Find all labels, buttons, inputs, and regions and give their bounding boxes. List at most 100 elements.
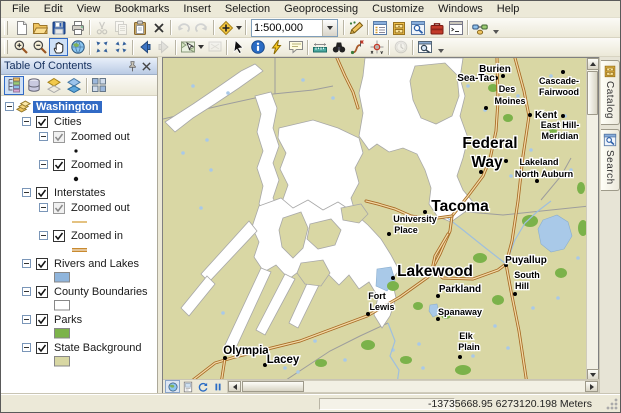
toc-layer-state-background[interactable]: State Background	[1, 340, 157, 355]
identify-button[interactable]	[248, 38, 267, 56]
toc-layer-interstates[interactable]: Interstates	[1, 185, 157, 200]
add-data-button[interactable]	[216, 19, 243, 37]
layer-label[interactable]: Cities	[51, 116, 85, 128]
layer-visibility-checkbox[interactable]	[53, 131, 66, 143]
toc-layer-washington[interactable]: Washington	[1, 99, 157, 114]
collapse-icon[interactable]	[22, 259, 33, 268]
menu-file[interactable]: File	[5, 2, 37, 16]
layer-visibility-checkbox[interactable]	[36, 286, 49, 298]
layer-label[interactable]: Zoomed out	[68, 131, 133, 143]
scroll-up-button[interactable]	[587, 58, 599, 70]
catalog-window-button[interactable]	[389, 19, 408, 37]
toolbar-grip[interactable]	[4, 40, 8, 54]
print-button[interactable]	[68, 19, 87, 37]
layer-label[interactable]: State Background	[51, 342, 144, 354]
modelbuilder-button[interactable]	[470, 19, 489, 37]
layout-view-button[interactable]	[180, 380, 195, 393]
search-window-button[interactable]	[408, 19, 427, 37]
layer-visibility-checkbox[interactable]	[36, 187, 49, 199]
refresh-button[interactable]	[195, 380, 210, 393]
layer-visibility-checkbox[interactable]	[53, 159, 66, 171]
select-elements-button[interactable]	[229, 38, 248, 56]
collapse-icon[interactable]	[5, 102, 16, 111]
toolbar-overflow-button[interactable]	[490, 20, 501, 36]
collapse-icon[interactable]	[22, 188, 33, 197]
open-folder-button[interactable]	[30, 19, 49, 37]
hyperlink-button[interactable]	[267, 38, 286, 56]
layer-symbol-patch[interactable]	[1, 271, 157, 284]
layer-label[interactable]: County Boundaries	[51, 286, 151, 298]
measure-button[interactable]	[310, 38, 329, 56]
collapse-icon[interactable]	[22, 315, 33, 324]
list-by-visibility-button[interactable]	[44, 76, 64, 95]
menu-customize[interactable]: Customize	[365, 2, 431, 16]
menu-help[interactable]: Help	[490, 2, 527, 16]
list-by-source-button[interactable]	[24, 76, 44, 95]
collapse-icon[interactable]	[39, 231, 50, 240]
toolbar-grip[interactable]	[4, 21, 8, 35]
arctoolbox-button[interactable]	[427, 19, 446, 37]
map-scale-combo[interactable]	[251, 19, 338, 37]
layer-visibility-checkbox[interactable]	[36, 314, 49, 326]
toolbar-overflow-button[interactable]	[435, 39, 446, 55]
zoom-out-button[interactable]	[30, 38, 49, 56]
html-popup-button[interactable]	[286, 38, 305, 56]
layer-label[interactable]: Zoomed in	[68, 230, 126, 242]
scroll-right-button[interactable]	[585, 381, 598, 392]
close-button[interactable]	[140, 59, 154, 73]
resize-grip[interactable]	[606, 398, 618, 410]
data-view-button[interactable]	[165, 380, 180, 393]
dock-tab-catalog[interactable]: Catalog	[601, 60, 620, 125]
toc-layer-zoomed-in[interactable]: Zoomed in	[1, 157, 157, 172]
map-view[interactable]: BurienSea-TacCascade-FairwoodDesMoinesKe…	[163, 58, 587, 381]
layer-label[interactable]: Washington	[33, 101, 102, 113]
toc-layer-cities[interactable]: Cities	[1, 114, 157, 129]
menu-edit[interactable]: Edit	[37, 2, 70, 16]
list-by-selection-button[interactable]	[64, 76, 84, 95]
pin-button[interactable]	[126, 59, 140, 73]
layer-symbol-dot[interactable]	[1, 172, 157, 185]
toc-layer-parks[interactable]: Parks	[1, 312, 157, 327]
paste-button[interactable]	[130, 19, 149, 37]
save-button[interactable]	[49, 19, 68, 37]
layer-symbol-patch[interactable]	[1, 299, 157, 312]
find-route-button[interactable]	[348, 38, 367, 56]
fixed-zoom-in-button[interactable]	[92, 38, 111, 56]
layer-visibility-checkbox[interactable]	[36, 116, 49, 128]
layer-label[interactable]: Zoomed out	[68, 202, 133, 214]
pause-button[interactable]	[210, 380, 225, 393]
toc-options-button[interactable]	[89, 76, 109, 95]
new-document-button[interactable]	[11, 19, 30, 37]
collapse-icon[interactable]	[22, 287, 33, 296]
collapse-icon[interactable]	[22, 117, 33, 126]
go-to-xy-button[interactable]	[367, 38, 386, 56]
menu-windows[interactable]: Windows	[431, 2, 490, 16]
delete-button[interactable]	[149, 19, 168, 37]
layer-symbol-dot[interactable]	[1, 144, 157, 157]
toc-window-button[interactable]	[370, 19, 389, 37]
layer-label[interactable]: Interstates	[51, 187, 108, 199]
vertical-scroll-thumb[interactable]	[587, 71, 598, 115]
find-button[interactable]	[329, 38, 348, 56]
toc-layer-zoomed-out[interactable]: Zoomed out	[1, 200, 157, 215]
menu-view[interactable]: View	[70, 2, 108, 16]
dock-tab-search[interactable]: Search	[601, 129, 620, 191]
list-by-drawing-order-button[interactable]	[4, 76, 24, 95]
fixed-zoom-out-button[interactable]	[111, 38, 130, 56]
map-horizontal-scrollbar[interactable]	[227, 380, 599, 393]
map-scale-combo-input[interactable]	[252, 21, 322, 35]
back-button[interactable]	[135, 38, 154, 56]
toc-layer-zoomed-in[interactable]: Zoomed in	[1, 228, 157, 243]
viewer-window-button[interactable]	[415, 38, 434, 56]
zoom-in-button[interactable]	[11, 38, 30, 56]
layer-visibility-checkbox[interactable]	[53, 230, 66, 242]
horizontal-scroll-thumb[interactable]	[242, 381, 304, 392]
select-features-button[interactable]	[178, 38, 205, 56]
layer-visibility-checkbox[interactable]	[36, 258, 49, 270]
layer-label[interactable]: Parks	[51, 314, 85, 326]
layer-label[interactable]: Zoomed in	[68, 159, 126, 171]
menu-selection[interactable]: Selection	[218, 2, 277, 16]
layer-label[interactable]: Rivers and Lakes	[51, 258, 142, 270]
layer-visibility-checkbox[interactable]	[36, 342, 49, 354]
menu-geoprocessing[interactable]: Geoprocessing	[277, 2, 365, 16]
